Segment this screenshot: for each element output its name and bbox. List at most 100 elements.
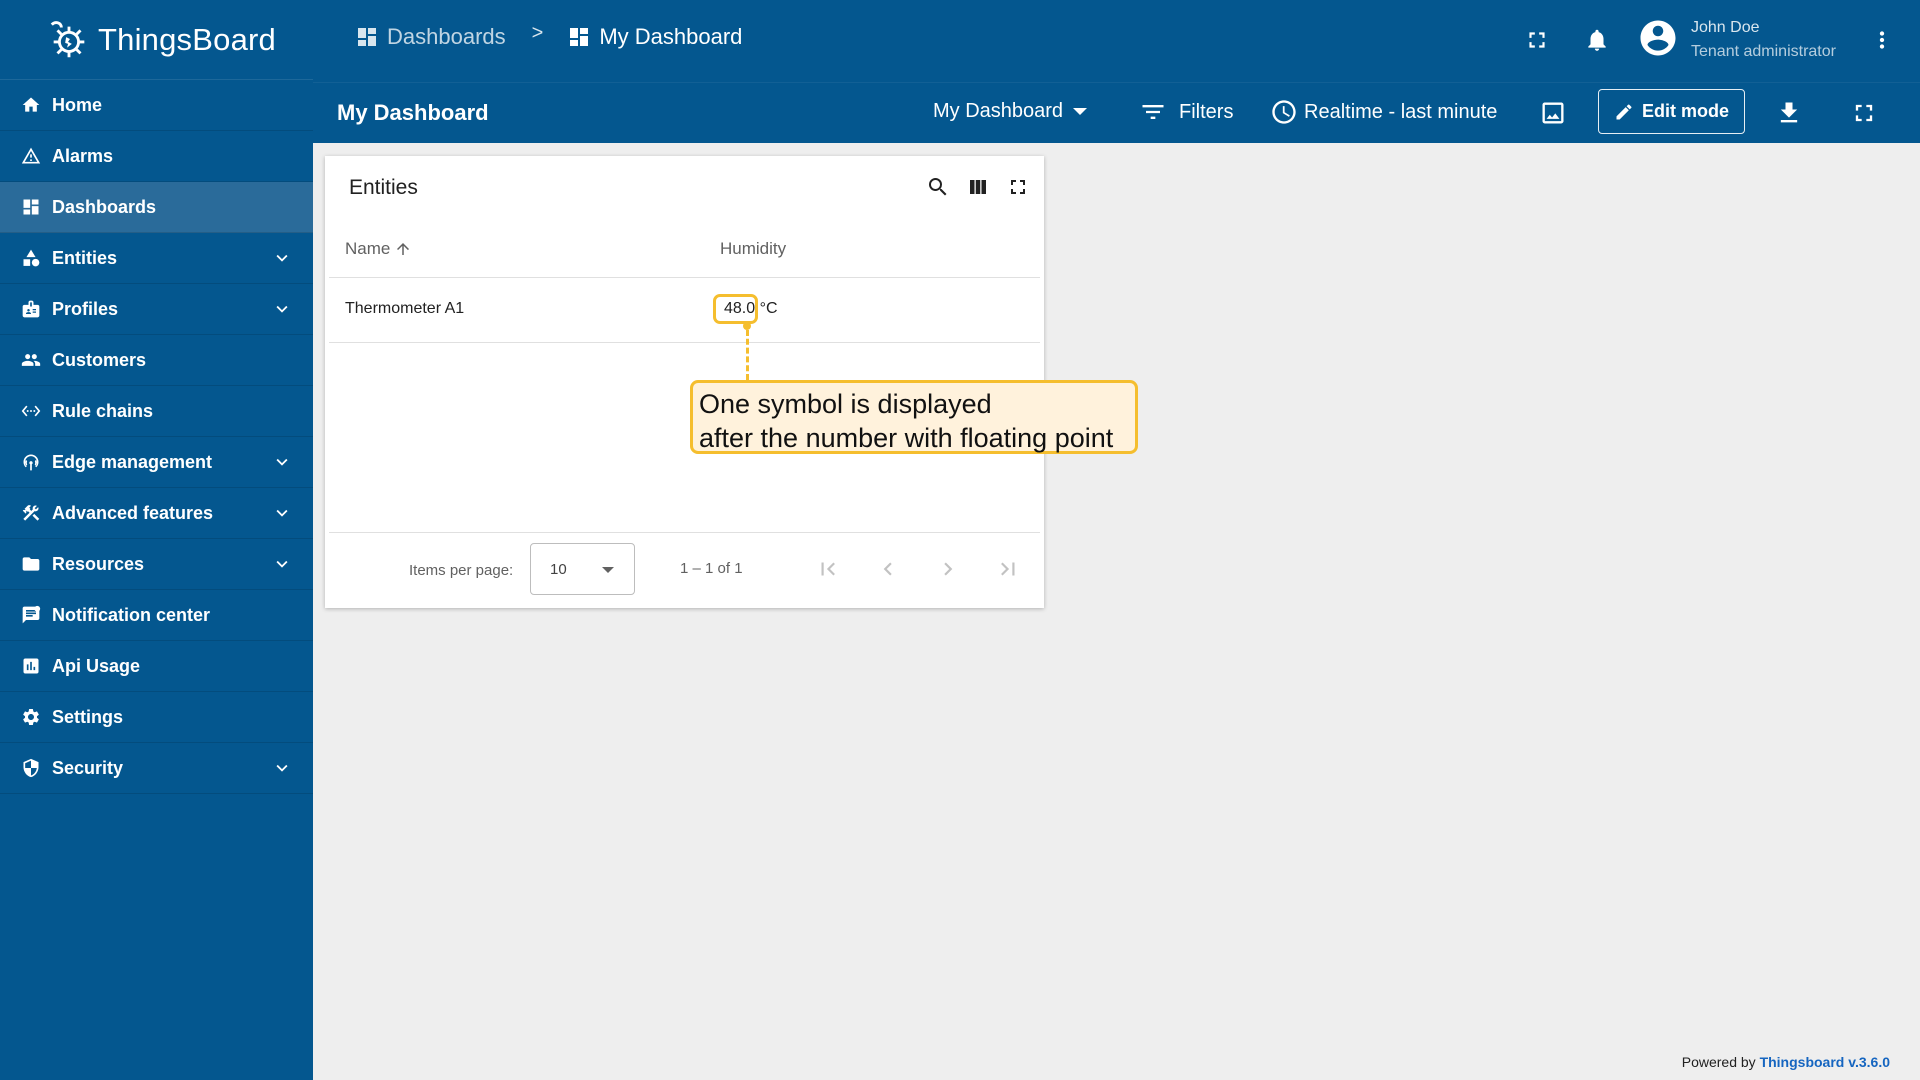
widget-title: Entities [349, 176, 418, 199]
column-header-humidity[interactable]: Humidity [720, 239, 786, 259]
folder-icon [21, 554, 41, 574]
dashboard-fullscreen-button[interactable] [1849, 98, 1879, 128]
sidebar-item-label: Entities [52, 247, 118, 268]
widget-fullscreen-button[interactable] [1005, 174, 1031, 200]
download-icon [1780, 102, 1798, 123]
sidebar-item-alarms[interactable]: Alarms [0, 131, 313, 182]
dropdown-caret-icon [1073, 108, 1088, 115]
chevron-down-icon[interactable] [271, 451, 293, 473]
chevron-down-icon [276, 764, 288, 772]
sidebar-item-label: Resources [52, 553, 145, 574]
last-page-icon [1001, 562, 1015, 576]
sidebar-item-dashboards[interactable]: Dashboards [0, 182, 313, 233]
chevron-down-icon[interactable] [271, 553, 293, 575]
dashboard-selector[interactable]: My Dashboard [933, 100, 1088, 123]
sidebar-item-home[interactable]: Home [0, 80, 313, 131]
timewindow-label: Realtime - last minute [1304, 100, 1498, 123]
callout-pointer-dot [743, 322, 751, 330]
dashboard-icon [570, 28, 589, 46]
chevron-right-icon [944, 562, 953, 576]
insert-chart-icon [21, 656, 41, 676]
chevron-down-icon[interactable] [271, 247, 293, 269]
footer-powered-by: Powered by Thingsboard v.3.6.0 [1682, 1054, 1890, 1070]
sidebar-item-advanced-features[interactable]: Advanced features [0, 488, 313, 539]
last-page-button[interactable] [994, 555, 1022, 583]
more-menu-button[interactable] [1868, 26, 1896, 54]
dashboard-selector-value: My Dashboard [933, 100, 1064, 122]
column-header-name[interactable]: Name [345, 239, 412, 259]
page-range: 1 – 1 of 1 [680, 560, 743, 577]
account-circle-icon [1640, 20, 1676, 55]
more-vert-icon [1879, 31, 1885, 49]
page-size-select[interactable]: 10 [530, 543, 635, 595]
sidebar-item-label: Advanced features [52, 502, 214, 523]
people-icon [21, 350, 41, 370]
sidebar-item-security[interactable]: Security [0, 743, 313, 794]
chevron-left-icon [883, 562, 892, 576]
sidebar-item-resources[interactable]: Resources [0, 539, 313, 590]
top-toolbar: Dashboards > My Dashboard John Doe Tenan… [313, 0, 1920, 82]
footer-prefix: Powered by [1681, 1054, 1756, 1070]
warning-icon [21, 146, 41, 166]
sidebar-item-settings[interactable]: Settings [0, 692, 313, 743]
widget-columns-button[interactable] [965, 174, 991, 200]
sidebar-item-edge-management[interactable]: Edge management [0, 437, 313, 488]
logo[interactable]: ThingsBoard [0, 0, 313, 80]
pencil-icon [1616, 103, 1632, 119]
callout-line-1: One symbol is displayed [699, 389, 992, 419]
sidebar-item-api-usage[interactable]: Api Usage [0, 641, 313, 692]
sidebar-item-rule-chains[interactable]: Rule chains [0, 386, 313, 437]
user-menu[interactable]: John Doe Tenant administrator [1637, 16, 1836, 64]
sidebar-item-profiles[interactable]: Profiles [0, 284, 313, 335]
sidebar-item-label: Alarms [52, 145, 114, 166]
timewindow-button[interactable]: Realtime - last minute [1270, 98, 1497, 126]
fullscreen-icon [1011, 180, 1025, 194]
sidebar-item-label: Customers [52, 349, 147, 370]
callout-connector [746, 330, 749, 380]
breadcrumb-label: Dashboards [387, 24, 506, 49]
breadcrumb-dashboards[interactable]: Dashboards [355, 24, 506, 50]
highlight-box [713, 294, 758, 324]
user-role: Tenant administrator [1691, 43, 1836, 60]
arrow-upward-icon [397, 243, 410, 255]
table-header: Name Humidity [329, 222, 1040, 278]
sidebar-item-label: Rule chains [52, 400, 154, 421]
view-column-icon [970, 180, 986, 194]
widget-search-button[interactable] [925, 174, 951, 200]
sidebar-item-customers[interactable]: Customers [0, 335, 313, 386]
column-header-label: Humidity [720, 239, 787, 258]
settings-ethernet-icon [21, 401, 41, 421]
sidebar-item-label: Notification center [52, 604, 211, 625]
export-image-button[interactable] [1538, 98, 1568, 128]
sidebar-item-label: Profiles [52, 298, 119, 319]
chevron-down-icon[interactable] [271, 502, 293, 524]
chevron-down-icon[interactable] [271, 757, 293, 779]
chevron-down-icon [276, 560, 288, 568]
table-row[interactable]: Thermometer A1 48.0 °C [329, 278, 1040, 343]
thingsboard-logo-icon [50, 20, 85, 57]
breadcrumb: Dashboards > My Dashboard [355, 22, 743, 50]
chevron-down-icon [276, 509, 288, 517]
next-page-button[interactable] [934, 555, 962, 583]
previous-page-button[interactable] [874, 555, 902, 583]
dashboard-toolbar: My Dashboard My Dashboard Filters Realti… [313, 82, 1920, 143]
sidebar-item-label: Dashboards [52, 196, 157, 217]
chevron-down-icon[interactable] [271, 298, 293, 320]
fullscreen-button[interactable] [1523, 26, 1551, 54]
first-page-button[interactable] [814, 555, 842, 583]
column-header-label: Name [345, 239, 391, 258]
first-page-icon [821, 562, 835, 576]
footer-link[interactable]: Thingsboard v.3.6.0 [1760, 1054, 1890, 1070]
search-icon [929, 178, 947, 196]
filters-button[interactable]: Filters [1139, 98, 1233, 126]
notifications-button[interactable] [1583, 26, 1611, 54]
sidebar-item-entities[interactable]: Entities [0, 233, 313, 284]
download-button[interactable] [1774, 98, 1804, 128]
fullscreen-icon [1855, 104, 1873, 122]
router-icon [21, 452, 41, 472]
annotation-callout: One symbol is displayed after the number… [690, 380, 1138, 454]
edit-mode-button[interactable]: Edit mode [1598, 89, 1745, 134]
sidebar-item-label: Security [52, 757, 124, 778]
breadcrumb-label: My Dashboard [599, 24, 743, 49]
sidebar-item-notification-center[interactable]: Notification center [0, 590, 313, 641]
